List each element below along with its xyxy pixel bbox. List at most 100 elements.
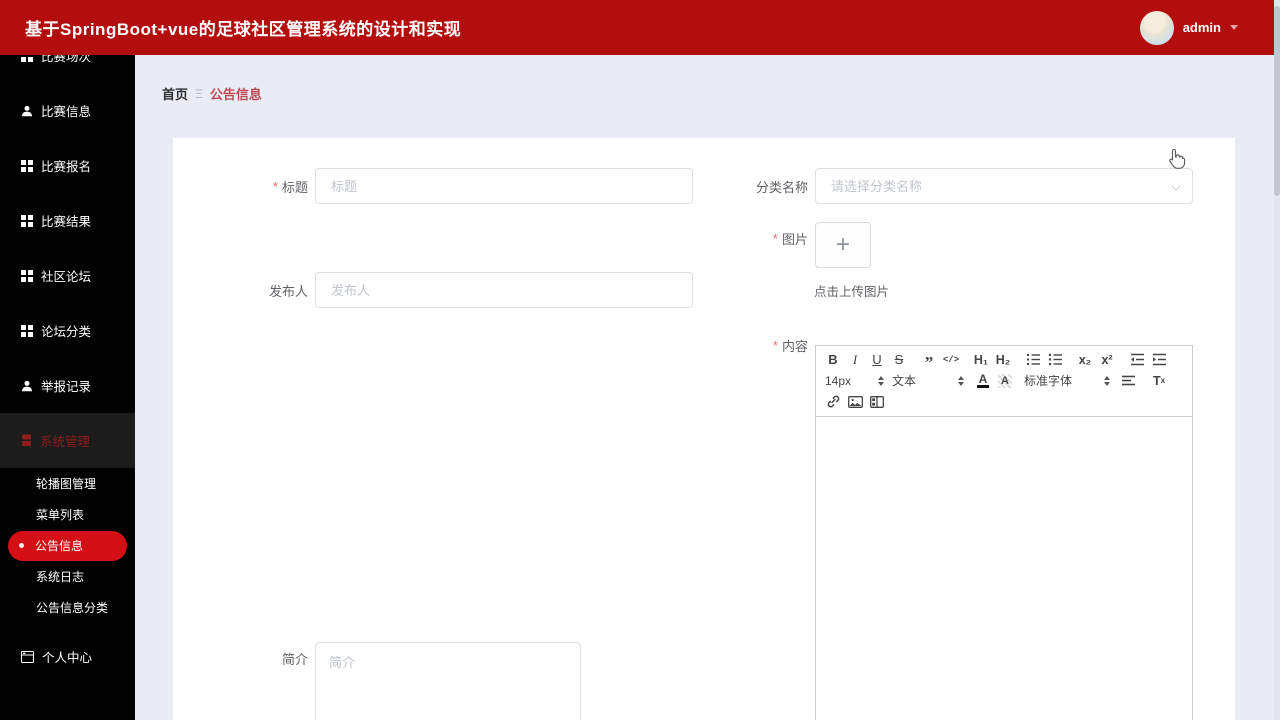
sidebar-item-match-result[interactable]: 比赛结果 (0, 193, 135, 248)
image-upload-button[interactable]: + (815, 222, 871, 268)
publisher-input[interactable] (315, 272, 693, 308)
sidebar-item-personal-center[interactable]: 个人中心 (0, 629, 135, 684)
align-icon[interactable] (1118, 372, 1140, 390)
required-mark: * (272, 178, 278, 194)
sidebar-item-match-info[interactable]: 比赛信息 (0, 83, 135, 138)
italic-button[interactable]: I (844, 351, 866, 369)
sidebar-item-label: 个人中心 (42, 651, 93, 665)
grid-icon (21, 55, 33, 62)
sidebar-item-report-record[interactable]: 举报记录 (0, 358, 135, 413)
bullet-list-icon[interactable] (1044, 351, 1066, 369)
user-menu[interactable]: admin (1139, 0, 1238, 55)
font-size-value: 14px (825, 373, 852, 388)
breadcrumb-separator-icon: Ξ (195, 86, 203, 101)
sidebar-item-label: 社区论坛 (41, 270, 92, 284)
system-submenu: 轮播图管理 菜单列表 公告信息 系统日志 公告信息分类 (0, 468, 135, 623)
sidebar-item-label: 系统管理 (40, 435, 91, 449)
spinner-arrows-icon (1104, 375, 1110, 386)
submenu-item-label: 轮播图管理 (36, 477, 97, 491)
sidebar-item-system-management[interactable]: 系统管理 (0, 413, 135, 468)
sidebar: 比赛场次 比赛信息 比赛报名 比赛结果 社区论坛 论坛分类 举报记录 系统管理 … (0, 55, 135, 720)
bold-button[interactable]: B (822, 351, 844, 369)
breadcrumb-home[interactable]: 首页 (162, 84, 188, 103)
underline-button[interactable]: U (866, 351, 888, 369)
font-family-picker[interactable]: 标准字体 (1024, 372, 1110, 389)
sidebar-item-label: 比赛场次 (41, 55, 92, 64)
submenu-item-label: 菜单列表 (36, 508, 85, 522)
upload-hint: 点击上传图片 (814, 285, 890, 299)
sidebar-item-match-signup[interactable]: 比赛报名 (0, 138, 135, 193)
format-value: 文本 (892, 374, 917, 388)
category-select-input[interactable] (815, 168, 1193, 204)
header1-button[interactable]: H₁ (970, 351, 992, 369)
submenu-item-menu-list[interactable]: 菜单列表 (0, 499, 135, 530)
grid-icon (21, 324, 33, 337)
content-label: * 内容 (713, 335, 808, 355)
sidebar-item-forum-category[interactable]: 论坛分类 (0, 303, 135, 358)
color-a-glyph: A (976, 371, 990, 388)
main-content: 首页 Ξ 公告信息 * 标题 分类名称 * 图片 + 点击上传图片 发布人 (135, 55, 1280, 720)
submenu-item-system-log[interactable]: 系统日志 (0, 561, 135, 592)
grid-icon (21, 214, 33, 227)
submenu-item-announcement-category[interactable]: 公告信息分类 (0, 592, 135, 623)
active-dot (19, 543, 24, 548)
intro-label: 简介 (213, 648, 308, 668)
breadcrumb: 首页 Ξ 公告信息 (162, 84, 262, 103)
header2-button[interactable]: H₂ (992, 351, 1014, 369)
clean-x-glyph: x (1160, 376, 1166, 385)
toolbar-row-2: 14px 文本 A A 标准字体 T x (822, 371, 1186, 390)
code-block-button[interactable]: </> (940, 351, 962, 369)
paragraph-format-picker[interactable]: 文本 (892, 372, 964, 389)
toolbar-row-3 (822, 392, 1186, 411)
sidebar-menu: 比赛场次 比赛信息 比赛报名 比赛结果 社区论坛 论坛分类 举报记录 系统管理 … (0, 55, 135, 684)
submenu-item-label: 公告信息分类 (36, 601, 109, 615)
sidebar-item-label: 比赛信息 (41, 105, 92, 119)
user-icon (21, 105, 33, 117)
subscript-button[interactable]: x₂ (1074, 351, 1096, 369)
title-input[interactable] (315, 168, 693, 204)
app-header: 基于SpringBoot+vue的足球社区管理系统的设计和实现 admin (0, 0, 1280, 55)
username-label: admin (1182, 20, 1221, 35)
superscript-button[interactable]: x² (1096, 351, 1118, 369)
submenu-item-label: 公告信息 (35, 539, 84, 553)
image-icon[interactable] (844, 393, 866, 411)
intro-label-text: 简介 (281, 651, 308, 667)
sidebar-item-label: 举报记录 (41, 380, 92, 394)
grid-icon (21, 159, 33, 172)
content-label-text: 内容 (781, 338, 808, 354)
font-family-value: 标准字体 (1024, 374, 1073, 388)
chevron-down-icon (1230, 25, 1238, 30)
clean-format-button[interactable]: Tx (1148, 372, 1170, 390)
rich-text-editor: B I U S ” </> H₁ H₂ x₂ x² 14px 文本 A A 标准… (815, 345, 1193, 720)
sidebar-item-community-forum[interactable]: 社区论坛 (0, 248, 135, 303)
intro-textarea[interactable] (315, 642, 581, 720)
spinner-arrows-icon (958, 375, 964, 386)
image-label: * 图片 (713, 228, 808, 248)
active-menu-pill[interactable]: 公告信息 (8, 530, 127, 561)
video-icon[interactable] (866, 393, 888, 411)
spinner-arrows-icon (878, 375, 884, 386)
ordered-list-icon[interactable] (1022, 351, 1044, 369)
blockquote-button[interactable]: ” (918, 351, 940, 372)
plus-icon: + (835, 231, 850, 258)
grid-icon (21, 269, 33, 282)
submenu-item-label: 系统日志 (36, 570, 85, 584)
link-icon[interactable] (822, 393, 844, 411)
editor-content-area[interactable] (816, 417, 1192, 720)
background-color-button[interactable]: A (994, 372, 1016, 390)
outdent-icon[interactable] (1126, 351, 1148, 369)
editor-toolbar: B I U S ” </> H₁ H₂ x₂ x² 14px 文本 A A 标准… (816, 346, 1192, 417)
font-size-picker[interactable]: 14px (822, 374, 884, 388)
publisher-label: 发布人 (213, 272, 308, 308)
indent-icon[interactable] (1148, 351, 1170, 369)
sidebar-item-label: 论坛分类 (41, 325, 92, 339)
strike-button[interactable]: S (888, 351, 910, 369)
user-avatar[interactable] (1139, 10, 1174, 45)
text-color-button[interactable]: A (972, 372, 994, 390)
scrollbar-track[interactable] (1274, 0, 1280, 720)
submenu-item-carousel[interactable]: 轮播图管理 (0, 468, 135, 499)
category-select[interactable] (815, 168, 1193, 204)
submenu-item-announcement[interactable]: 公告信息 (0, 530, 135, 561)
sidebar-item-match-session[interactable]: 比赛场次 (0, 55, 135, 83)
scrollbar-thumb[interactable] (1274, 6, 1280, 196)
